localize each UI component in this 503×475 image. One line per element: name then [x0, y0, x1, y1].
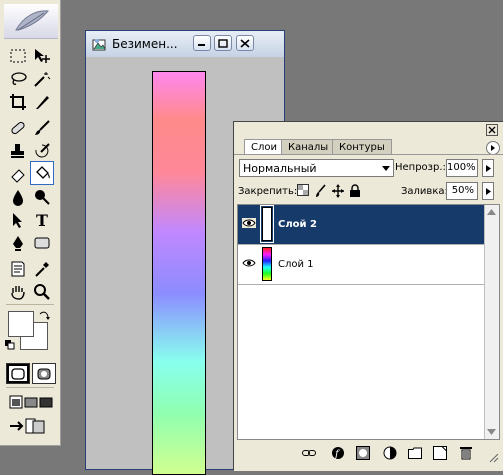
magic-wand-icon[interactable]	[31, 68, 53, 90]
layer-list: Слой 2 Слой 1	[237, 204, 500, 440]
stamp-icon[interactable]	[7, 140, 29, 162]
healing-icon[interactable]	[7, 117, 29, 139]
layer-thumbnail	[262, 247, 272, 281]
lasso-icon[interactable]	[7, 68, 29, 90]
photoshop-document-icon	[92, 39, 106, 51]
notes-icon[interactable]	[7, 258, 29, 280]
triangle-right-icon	[491, 145, 495, 151]
fill-field[interactable]: 50%	[446, 182, 478, 200]
lock-label: Закрепить:	[238, 186, 298, 197]
separator	[6, 304, 54, 305]
opacity-field[interactable]: 100%	[446, 159, 478, 177]
scroll-up-icon[interactable]	[487, 209, 496, 215]
layer-name: Слой 2	[278, 219, 317, 230]
document-titlebar[interactable]: Безимен...	[86, 31, 284, 57]
resize-grip-icon[interactable]	[486, 450, 500, 464]
hand-icon[interactable]	[7, 281, 29, 303]
eyedropper-icon[interactable]	[31, 258, 53, 280]
eye-icon[interactable]	[242, 258, 256, 268]
chevron-down-icon	[382, 166, 390, 171]
foreground-color-swatch[interactable]	[8, 311, 34, 337]
panel-titlebar[interactable]	[234, 122, 503, 138]
standard-mode-button[interactable]	[6, 363, 30, 384]
paint-bucket-icon[interactable]	[30, 161, 54, 185]
blend-mode-select[interactable]: Нормальный	[239, 159, 394, 177]
feather-icon	[15, 10, 50, 31]
crop-icon[interactable]	[7, 91, 29, 113]
triangle-right-icon	[485, 187, 491, 195]
separator	[234, 154, 503, 155]
layer-row-2[interactable]: Слой 2	[238, 205, 485, 245]
tab-paths[interactable]: Контуры	[332, 139, 392, 155]
dodge-icon[interactable]	[31, 186, 53, 208]
layer-style-icon[interactable]: f	[331, 446, 345, 460]
path-select-icon[interactable]	[7, 209, 29, 231]
document-title: Безимен...	[112, 37, 178, 51]
default-colors-icon[interactable]	[5, 340, 15, 350]
pen-icon[interactable]	[7, 232, 29, 254]
layers-bottom-toolbar: f	[234, 440, 503, 471]
jump-to-imageready-icon[interactable]	[8, 415, 48, 437]
lock-all-icon[interactable]	[349, 184, 361, 198]
svg-text:T: T	[36, 211, 48, 229]
blend-mode-value: Нормальный	[243, 162, 317, 175]
zoom-icon[interactable]	[31, 281, 53, 303]
eraser-icon[interactable]	[7, 163, 29, 185]
layer-row-1[interactable]: Слой 1	[238, 245, 485, 285]
lock-position-icon[interactable]	[332, 184, 344, 198]
toolbox-logo[interactable]	[4, 4, 58, 39]
layers-panel: Слои Каналы Контуры Нормальный Непрозр.:…	[233, 121, 503, 471]
layer-name: Слой 1	[278, 259, 314, 270]
adjustment-layer-icon[interactable]	[383, 446, 397, 460]
blur-icon[interactable]	[7, 186, 29, 208]
eye-icon[interactable]	[242, 218, 256, 228]
document-canvas[interactable]	[152, 71, 206, 475]
new-layer-icon[interactable]	[433, 446, 447, 460]
fill-slider-button[interactable]	[482, 182, 494, 200]
swap-colors-icon[interactable]	[38, 310, 50, 325]
triangle-right-icon	[485, 164, 491, 172]
lock-transparency-icon[interactable]	[297, 184, 309, 198]
opacity-label: Непрозр.:	[395, 162, 446, 173]
slice-icon[interactable]	[31, 91, 53, 113]
link-layers-icon[interactable]	[302, 446, 316, 460]
lock-pixels-icon[interactable]	[315, 184, 327, 198]
move-icon[interactable]	[31, 45, 53, 67]
toolbox: T	[0, 0, 61, 446]
tab-channels[interactable]: Каналы	[281, 139, 336, 155]
layer-mask-icon[interactable]	[356, 446, 370, 460]
delete-layer-icon[interactable]	[459, 446, 473, 460]
quick-mask-button[interactable]	[32, 363, 56, 384]
layer-list-scrollbar[interactable]	[484, 205, 499, 439]
scroll-down-icon[interactable]	[487, 429, 496, 435]
marquee-icon[interactable]	[7, 45, 29, 67]
history-brush-icon[interactable]	[31, 140, 53, 162]
screen-mode-full-icon[interactable]	[35, 391, 57, 413]
brush-icon[interactable]	[31, 117, 53, 139]
layer-group-icon[interactable]	[408, 446, 422, 460]
shape-icon[interactable]	[31, 232, 53, 254]
separator	[6, 387, 54, 388]
close-button[interactable]	[236, 35, 254, 51]
opacity-slider-button[interactable]	[482, 159, 494, 177]
tab-layers[interactable]: Слои	[244, 139, 284, 155]
fill-label: Заливка:	[401, 186, 448, 197]
minimize-button[interactable]	[193, 35, 211, 51]
panel-close-icon[interactable]	[486, 124, 498, 136]
panel-menu-button[interactable]	[486, 141, 500, 155]
layer-thumbnail	[260, 205, 274, 243]
maximize-button[interactable]	[214, 35, 232, 51]
type-icon[interactable]: T	[31, 209, 53, 231]
